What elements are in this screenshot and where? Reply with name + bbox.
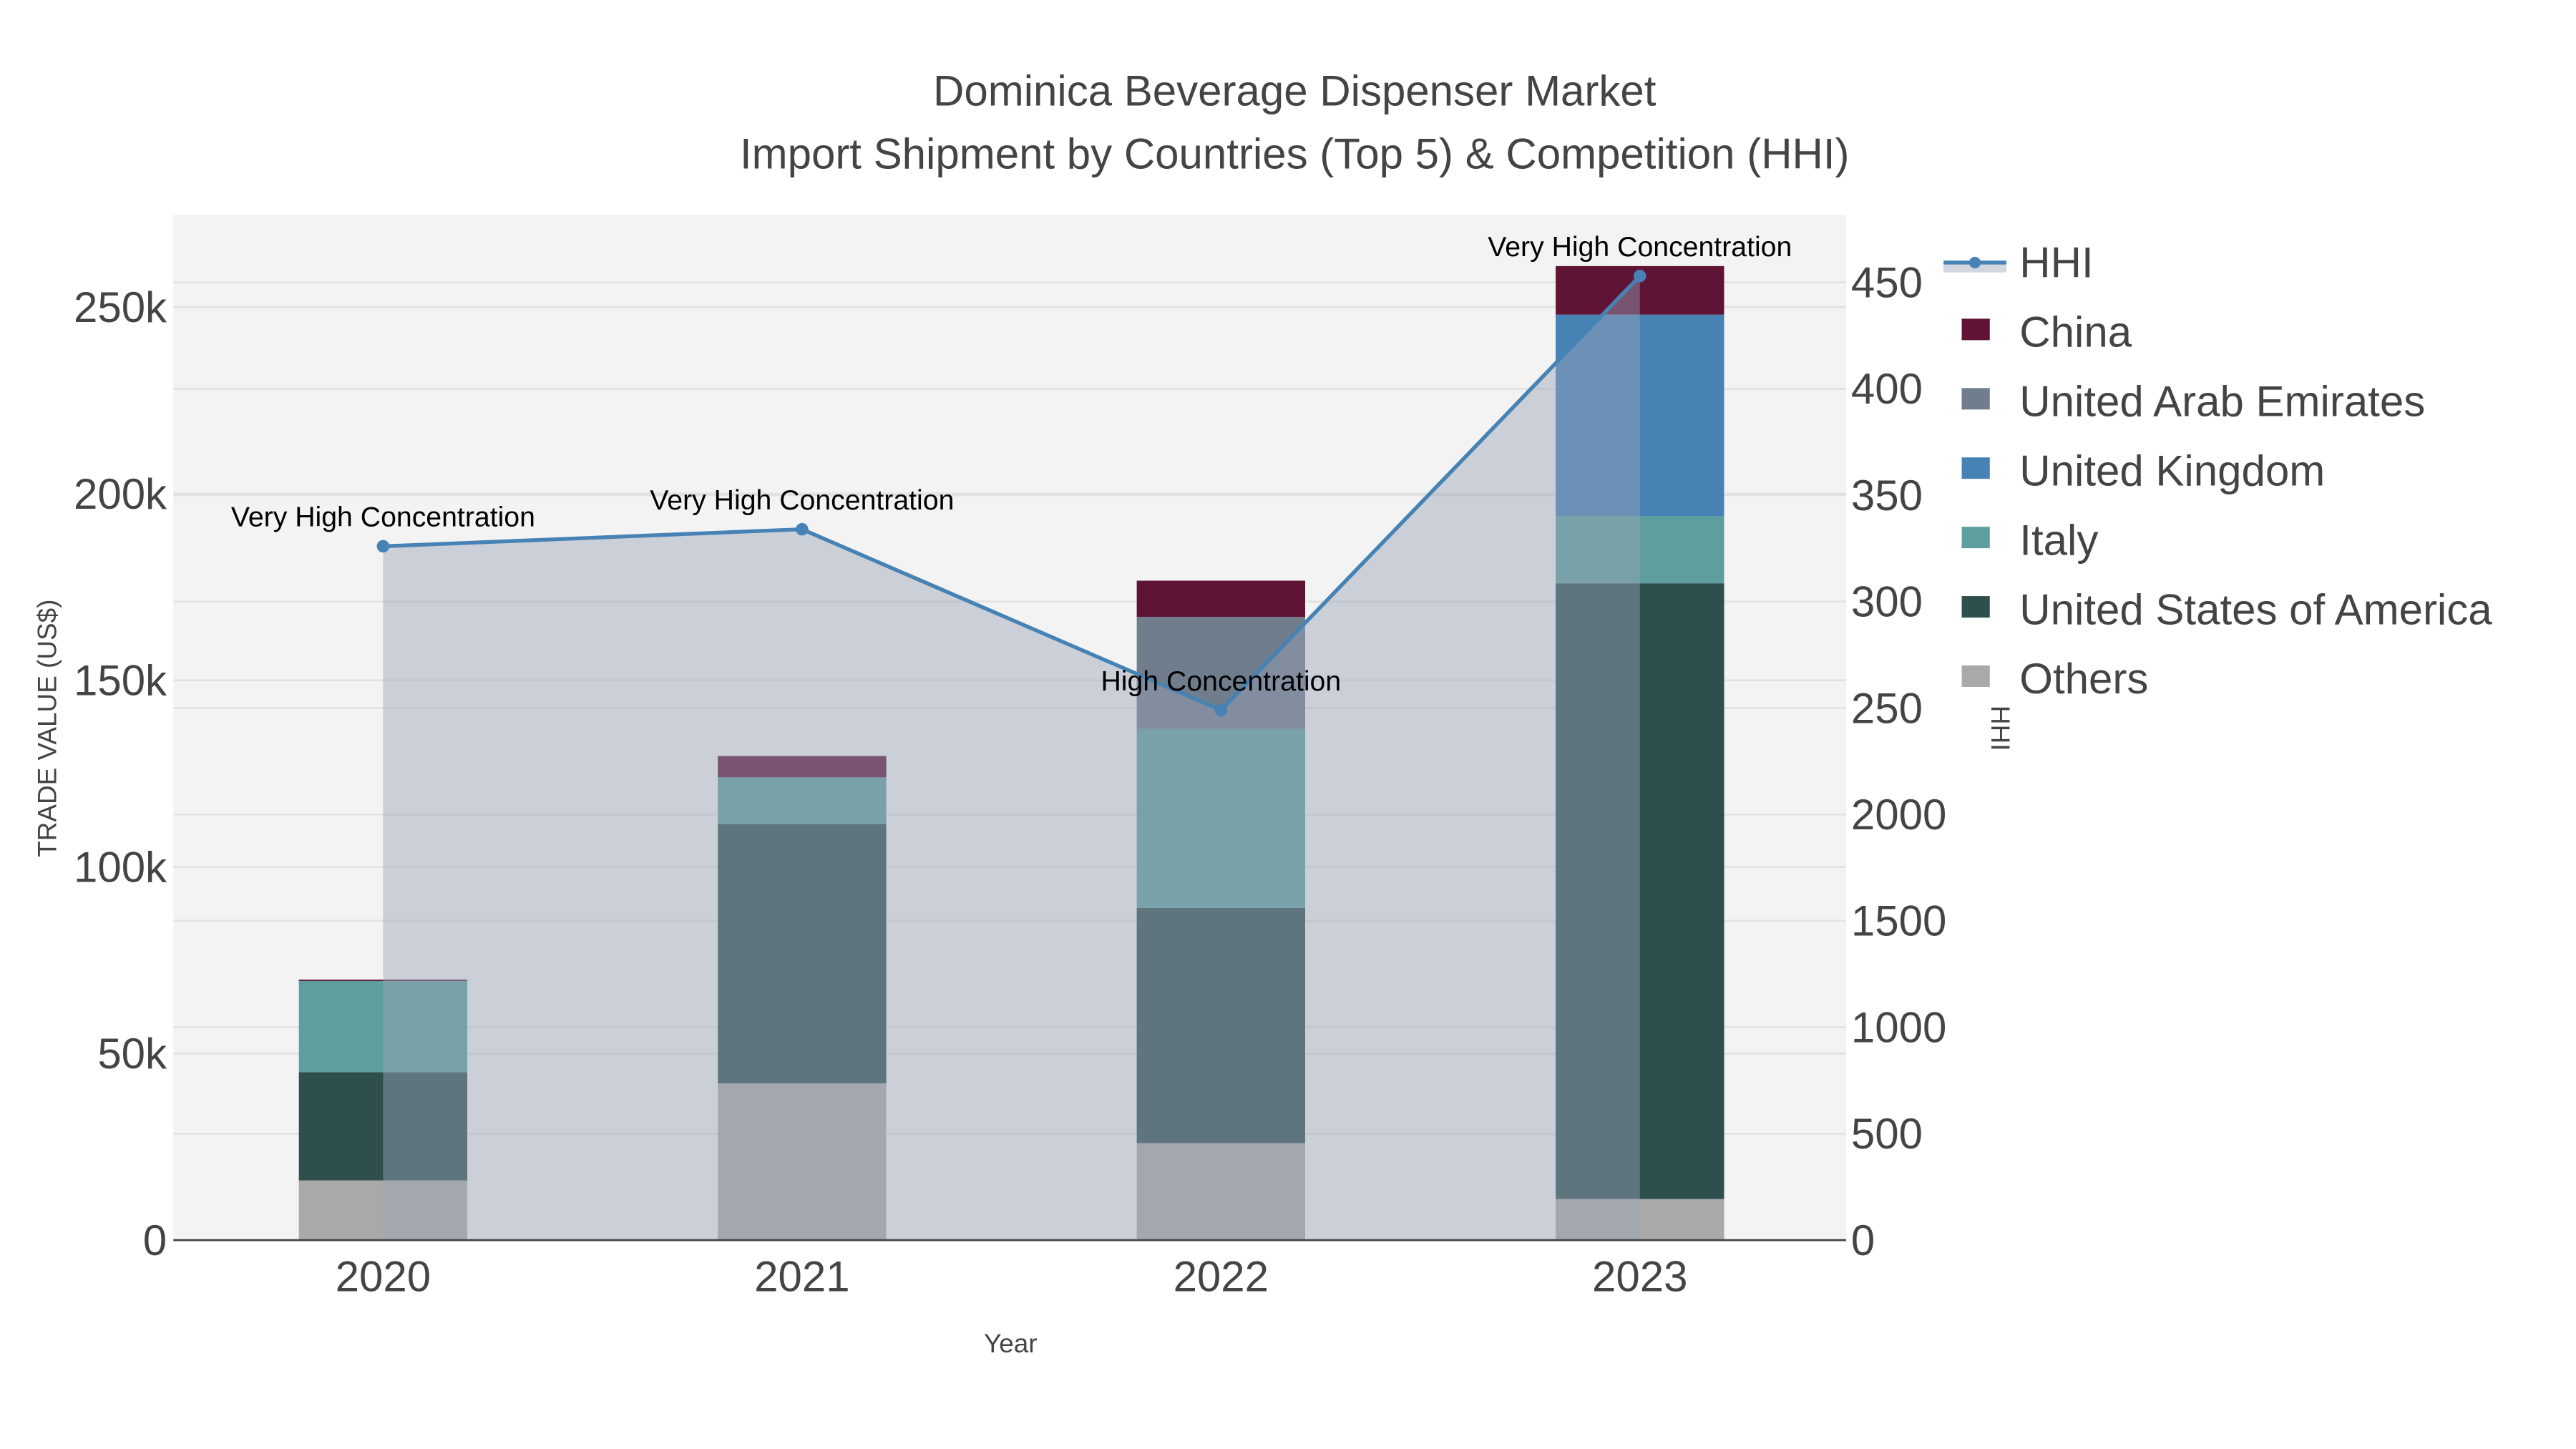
y-tick-label: 200k xyxy=(74,470,167,518)
legend-label: United States of America xyxy=(2019,585,2492,633)
y-tick-label: 100k xyxy=(74,843,167,891)
legend-label: Others xyxy=(2019,655,2148,703)
y2-tick-label: 450 xyxy=(1851,258,1923,306)
y2-tick-label: 400 xyxy=(1851,365,1923,413)
legend-swatch xyxy=(1961,388,1990,410)
chart-subtitle: Import Shipment by Countries (Top 5) & C… xyxy=(740,130,1850,177)
y-tick-label: 250k xyxy=(74,283,167,331)
legend-swatch xyxy=(1961,665,1990,687)
hhi-annotation-2023: Very High Concentration xyxy=(1488,231,1792,263)
y2-axis-title: HHI xyxy=(1986,706,2015,751)
legend-label: China xyxy=(2019,308,2132,356)
hhi-point-2020 xyxy=(376,540,390,553)
bar-china-2022 xyxy=(1136,580,1305,618)
legend-label: Italy xyxy=(2019,516,2098,564)
chart: Dominica Beverage Dispenser Market Impor… xyxy=(0,0,2576,1449)
legend-swatch xyxy=(1961,318,1990,341)
chart-title: Dominica Beverage Dispenser Market xyxy=(933,67,1657,115)
hhi-point-2022 xyxy=(1214,703,1228,717)
hhi-point-2023 xyxy=(1634,269,1646,283)
x-tick-label: 2020 xyxy=(336,1253,431,1301)
y2-tick-label: 350 xyxy=(1851,472,1923,519)
x-axis-title: Year xyxy=(984,1329,1038,1358)
y-tick-label: 150k xyxy=(74,657,167,705)
legend-swatch xyxy=(1961,596,1990,618)
legend-swatch xyxy=(1961,527,1990,549)
y-tick-label: 50k xyxy=(97,1030,167,1078)
legend-label: HHI xyxy=(2019,239,2093,287)
legend-item-united-arab-emirates: United Arab Emirates xyxy=(1961,378,2425,426)
hhi-point-2021 xyxy=(796,522,809,536)
y2-tick-label: 0 xyxy=(1851,1216,1875,1264)
hhi-annotation-2022: High Concentration xyxy=(1101,665,1341,697)
hhi-annotation-2020: Very High Concentration xyxy=(231,502,535,533)
legend-label: United Arab Emirates xyxy=(2019,378,2425,426)
y-tick-label: 0 xyxy=(143,1216,167,1264)
y2-tick-label: 1000 xyxy=(1851,1003,1946,1051)
legend-label: United Kingdom xyxy=(2019,447,2325,494)
y2-tick-label: 1500 xyxy=(1851,897,1946,945)
y2-tick-label: 300 xyxy=(1851,578,1923,626)
y2-tick-label: 2000 xyxy=(1851,791,1946,839)
legend-item-united-states-of-america: United States of America xyxy=(1961,585,2492,633)
x-tick-label: 2023 xyxy=(1592,1253,1687,1301)
x-tick-label: 2021 xyxy=(754,1253,849,1301)
hhi-annotation-2021: Very High Concentration xyxy=(650,484,954,516)
y-axis-title: TRADE VALUE (US$) xyxy=(32,600,62,857)
y2-tick-label: 250 xyxy=(1851,684,1923,732)
y2-tick-label: 500 xyxy=(1851,1110,1923,1158)
legend-hhi-marker xyxy=(1968,256,1981,268)
x-tick-label: 2022 xyxy=(1174,1253,1269,1301)
legend-swatch xyxy=(1961,457,1990,479)
